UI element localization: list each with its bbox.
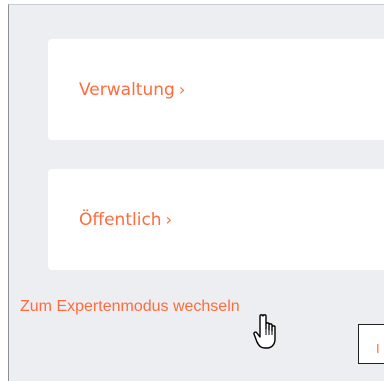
- oeffentlich-label: Öffentlich: [79, 209, 162, 230]
- chevron-right-icon: ›: [165, 210, 172, 229]
- card-verwaltung[interactable]: Verwaltung ›: [48, 39, 384, 140]
- chevron-right-icon: ›: [178, 80, 186, 99]
- tooltip-popup: I: [358, 324, 384, 364]
- settings-panel: Verwaltung › Öffentlich › Zum Expertenmo…: [8, 4, 384, 381]
- expert-mode-link[interactable]: Zum Expertenmodus wechseln: [20, 298, 240, 316]
- verwaltung-label: Verwaltung: [79, 79, 175, 100]
- tooltip-fragment: I: [376, 341, 380, 356]
- card-oeffentlich[interactable]: Öffentlich ›: [48, 169, 384, 270]
- verwaltung-link[interactable]: Verwaltung ›: [79, 80, 185, 100]
- hand-pointer-cursor-icon: [253, 314, 276, 349]
- oeffentlich-link[interactable]: Öffentlich ›: [79, 210, 172, 230]
